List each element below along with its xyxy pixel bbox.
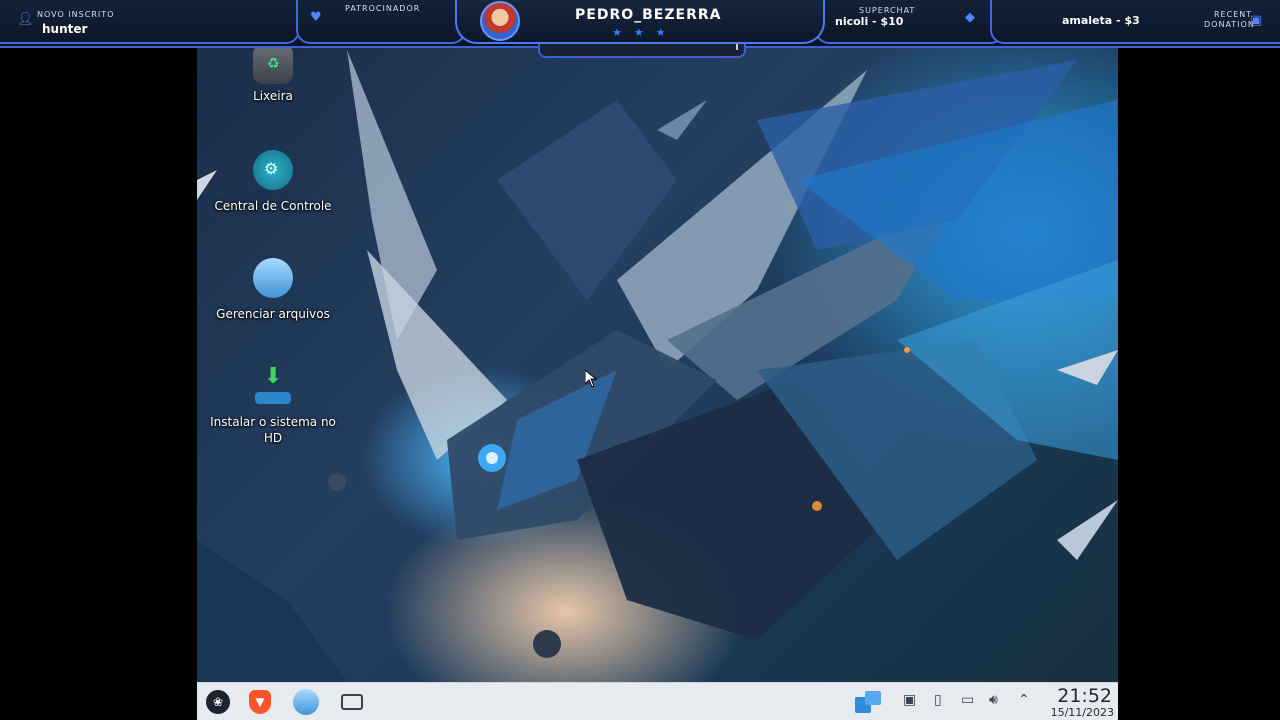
brave-browser-button[interactable]: ▼	[245, 687, 275, 717]
donation-value: amaleta - $3	[1062, 14, 1140, 27]
volume-icon[interactable]: 🔊︎	[989, 692, 998, 708]
user-icon: 👤︎	[17, 12, 34, 27]
streamer-name: PEDRO_BEZERRA	[575, 7, 722, 23]
desktop-icon-label: Central de Controle	[214, 199, 332, 213]
streamer-avatar	[480, 1, 520, 41]
donation-panel: amaleta - $3 RECENT DONATION ▣	[990, 0, 1280, 44]
money-bag-icon: ◆	[965, 10, 975, 25]
taskbar: ❀ ▼ ▣ ▯ ▭ 🔊︎ ⌃ 21:52 15/11/2023	[197, 682, 1118, 720]
window-switcher-button[interactable]	[853, 687, 883, 717]
desktop-icon-trash[interactable]: ♻ Lixeira	[203, 40, 343, 104]
install-download-icon: ⬇	[253, 364, 293, 406]
new-subscriber-label: NOVO INSCRITO	[37, 10, 115, 19]
trash-icon: ♻	[253, 44, 293, 84]
window-switcher-icon	[855, 691, 881, 713]
brave-browser-icon: ▼	[249, 690, 271, 714]
desktop-icon-label: Instalar o sistema no HD	[210, 415, 336, 445]
desktop-wallpaper[interactable]: ♻ Lixeira ⚙ Central de Controle Gerencia…	[197, 40, 1118, 682]
file-manager-button[interactable]	[291, 687, 321, 717]
start-menu-button[interactable]: ❀	[203, 687, 233, 717]
clock-time: 21:52	[1057, 685, 1112, 707]
start-menu-icon: ❀	[206, 690, 230, 714]
superchat-value: nicoli - $10	[835, 15, 904, 28]
sponsor-panel: ♥ PATROCINADOR	[296, 0, 466, 44]
usb-icon[interactable]: ▯	[934, 692, 942, 708]
terminal-icon	[341, 694, 363, 710]
superchat-panel: SUPERCHAT nicoli - $10 ◆	[815, 0, 1005, 44]
sponsor-label: PATROCINADOR	[345, 4, 421, 13]
desktop-icon-file-manager[interactable]: Gerenciar arquivos	[203, 258, 343, 322]
folder-icon	[253, 258, 293, 298]
new-subscriber-panel: 👤︎ NOVO INSCRITO hunter	[0, 0, 300, 44]
display-icon[interactable]: ▣	[903, 692, 916, 708]
monitor-icon[interactable]: ▭	[961, 692, 974, 708]
superchat-label: SUPERCHAT	[859, 6, 916, 15]
recent-donation-label-1: RECENT	[1214, 10, 1253, 19]
streamer-stars: ★★★	[612, 26, 678, 39]
handshake-icon: ♥	[310, 10, 322, 25]
control-center-icon: ⚙	[253, 150, 293, 190]
terminal-button[interactable]	[337, 687, 367, 717]
desktop-icon-label: Lixeira	[253, 89, 293, 103]
desktop-icon-control-center[interactable]: ⚙ Central de Controle	[203, 150, 343, 214]
desktop-icon-install[interactable]: ⬇ Instalar o sistema no HD	[203, 364, 343, 446]
recent-donation-label-2: DONATION	[1204, 20, 1255, 29]
gift-box-icon: ▣	[1250, 13, 1263, 28]
wallpaper-art	[197, 50, 1118, 682]
mouse-cursor-icon	[585, 370, 597, 388]
new-subscriber-value: hunter	[42, 22, 88, 36]
chevron-up-icon[interactable]: ⌃	[1018, 692, 1030, 708]
clock-date: 15/11/2023	[1050, 706, 1114, 719]
file-manager-icon	[293, 689, 319, 715]
desktop-icon-label: Gerenciar arquivos	[216, 307, 330, 321]
